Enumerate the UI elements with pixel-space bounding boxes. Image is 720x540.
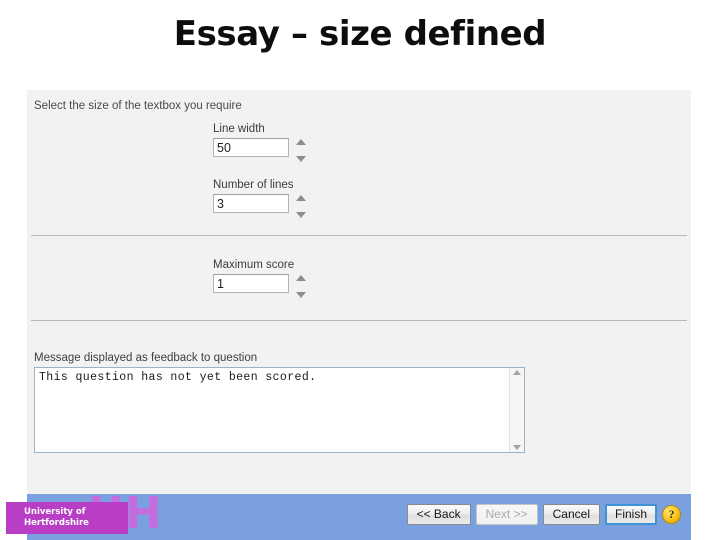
line-width-spinner[interactable] — [213, 138, 308, 162]
wizard-button-group: << Back Next >> Cancel Finish ? — [406, 504, 681, 525]
cancel-button[interactable]: Cancel — [542, 504, 600, 525]
spinner-up-arrow-icon[interactable] — [296, 139, 306, 145]
number-of-lines-input[interactable] — [213, 194, 289, 213]
maximum-score-spinner[interactable] — [213, 274, 308, 298]
number-of-lines-spinner[interactable] — [213, 194, 308, 218]
back-button[interactable]: << Back — [406, 504, 471, 525]
feedback-message-input[interactable]: This question has not yet been scored. — [35, 368, 509, 452]
number-of-lines-spinner-buttons[interactable] — [294, 194, 308, 218]
feedback-scrollbar[interactable] — [509, 368, 524, 452]
section-divider — [31, 235, 687, 236]
spinner-up-arrow-icon[interactable] — [296, 195, 306, 201]
section-divider — [31, 320, 687, 321]
maximum-score-input[interactable] — [213, 274, 289, 293]
instruction-label: Select the size of the textbox you requi… — [34, 100, 242, 112]
field-line-width: Line width — [213, 123, 308, 162]
spinner-down-arrow-icon[interactable] — [296, 212, 306, 218]
scroll-down-arrow-icon[interactable] — [513, 445, 521, 450]
next-button: Next >> — [475, 504, 538, 525]
help-icon[interactable]: ? — [662, 505, 681, 524]
spinner-up-arrow-icon[interactable] — [296, 275, 306, 281]
feedback-message-label: Message displayed as feedback to questio… — [34, 352, 258, 364]
maximum-score-label: Maximum score — [213, 259, 295, 271]
page-title: Essay – size defined — [173, 14, 547, 54]
logo-badge: University of Hertfordshire — [6, 502, 128, 534]
logo-name-text: University of Hertfordshire — [24, 507, 89, 528]
line-width-input[interactable] — [213, 138, 289, 157]
feedback-message-box[interactable]: This question has not yet been scored. — [34, 367, 525, 453]
finish-button[interactable]: Finish — [604, 504, 657, 525]
number-of-lines-label: Number of lines — [213, 179, 294, 191]
wizard-dialog: Select the size of the textbox you requi… — [27, 90, 691, 540]
scroll-up-arrow-icon[interactable] — [513, 370, 521, 375]
line-width-spinner-buttons[interactable] — [294, 138, 308, 162]
field-number-of-lines: Number of lines — [213, 179, 308, 218]
line-width-label: Line width — [213, 123, 265, 135]
field-maximum-score: Maximum score — [213, 259, 308, 298]
dialog-body: Select the size of the textbox you requi… — [27, 90, 691, 494]
spinner-down-arrow-icon[interactable] — [296, 156, 306, 162]
maximum-score-spinner-buttons[interactable] — [294, 274, 308, 298]
spinner-down-arrow-icon[interactable] — [296, 292, 306, 298]
university-logo: UH University of Hertfordshire — [0, 492, 190, 540]
